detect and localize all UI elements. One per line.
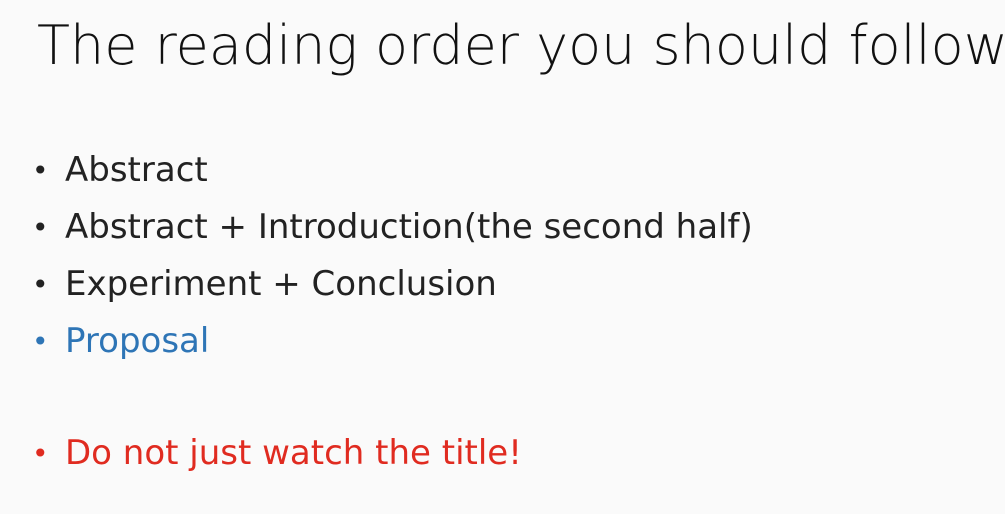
slide: The reading order you should follow • Ab…	[0, 0, 1005, 514]
bullet-text: Abstract	[65, 150, 208, 190]
bullet-item-experiment-conclusion: • Experiment + Conclusion	[32, 256, 753, 313]
bullet-spacer	[32, 370, 753, 425]
bullet-icon: •	[32, 211, 49, 244]
bullet-item-abstract: • Abstract	[32, 142, 753, 199]
bullet-item-abstract-introduction: • Abstract + Introduction(the second hal…	[32, 199, 753, 256]
bullet-icon: •	[32, 437, 49, 470]
bullet-list: • Abstract • Abstract + Introduction(the…	[32, 142, 753, 482]
bullet-text: Proposal	[65, 321, 210, 361]
bullet-text: Abstract + Introduction(the second half)	[65, 207, 753, 247]
bullet-text: Do not just watch the title!	[65, 433, 522, 473]
bullet-icon: •	[32, 268, 49, 301]
bullet-item-proposal: • Proposal	[32, 313, 753, 370]
slide-title: The reading order you should follow	[37, 14, 1005, 77]
bullet-icon: •	[32, 154, 49, 187]
bullet-text: Experiment + Conclusion	[65, 264, 497, 304]
bullet-icon: •	[32, 325, 49, 358]
bullet-item-warning: • Do not just watch the title!	[32, 425, 753, 482]
